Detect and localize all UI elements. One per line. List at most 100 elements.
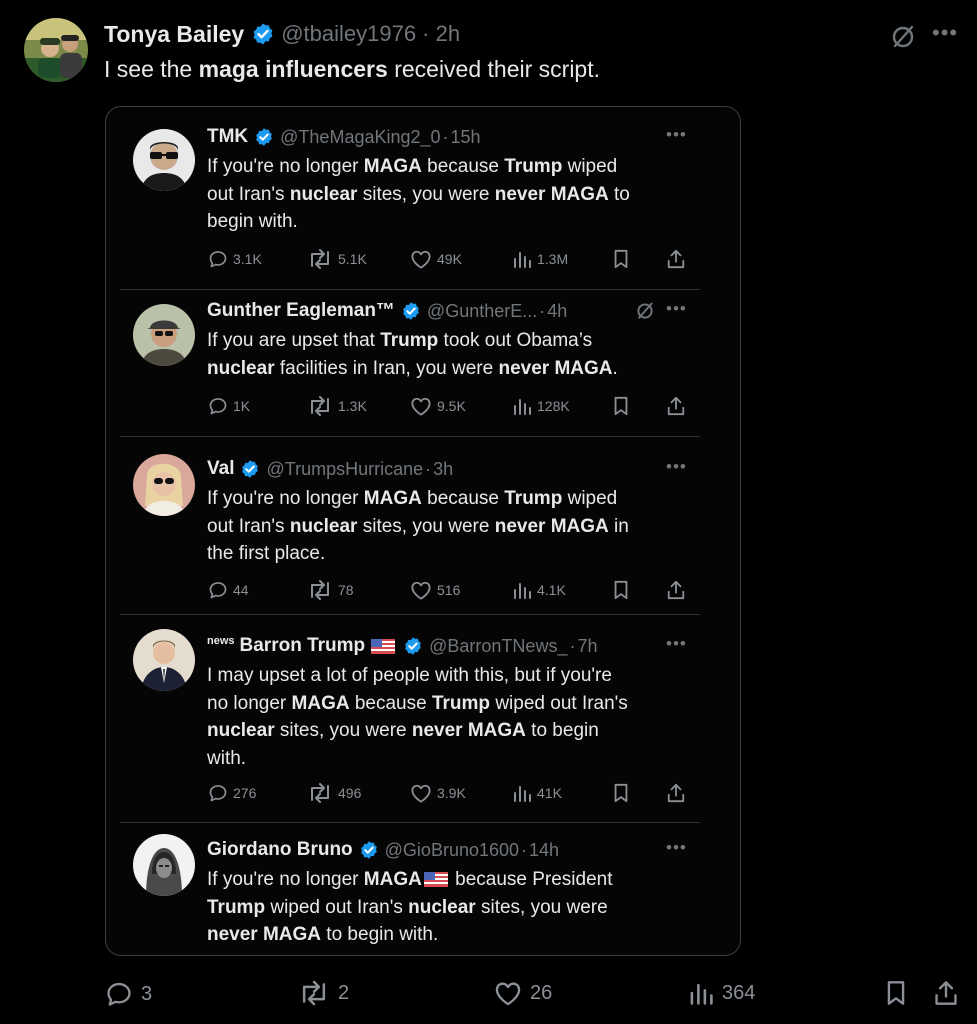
us-flag-icon	[423, 872, 448, 888]
tweet-text-line: If you're no longer MAGA because Trump w…	[207, 153, 707, 181]
tweet-author-handle[interactable]: @BarronTNews_	[429, 636, 567, 657]
verified-badge-icon	[251, 22, 275, 46]
tweet-text-line: Trump wiped out Iran's nuclear sites, yo…	[207, 894, 707, 922]
tweet-text-segment: out Iran's	[207, 183, 290, 205]
post-time[interactable]: 2h	[436, 21, 460, 47]
tweet-author-handle[interactable]: @GuntherE...	[427, 301, 537, 322]
repost-button[interactable]: 496	[307, 783, 361, 803]
more-options-icon[interactable]: •••	[932, 20, 958, 46]
views-button[interactable]: 4.1K	[512, 580, 566, 600]
tweet-more-icon[interactable]: •••	[666, 634, 687, 654]
tweet-text-segment: because President	[449, 869, 613, 890]
tweet-text-bold: nuclear	[207, 357, 275, 379]
views-button[interactable]: 1.3M	[512, 249, 568, 269]
tweet-text-bold: nuclear	[207, 720, 275, 741]
grok-icon[interactable]	[888, 22, 918, 52]
tweet-text-segment: wiped out Iran's	[265, 896, 409, 918]
tweet-text-segment: If you're no longer	[207, 156, 364, 177]
tweet-text-segment: I may upset a lot of people with this, b…	[207, 665, 612, 686]
share-button[interactable]	[666, 580, 691, 600]
bookmark-button[interactable]	[612, 580, 635, 600]
author-avatar[interactable]	[24, 18, 88, 82]
tweet-time[interactable]: 14h	[529, 840, 559, 861]
author-handle[interactable]: @tbailey1976	[281, 21, 416, 47]
separator-dot: ·	[425, 458, 432, 479]
like-button[interactable]: 26	[494, 980, 552, 1006]
tweet-time[interactable]: 7h	[577, 636, 597, 657]
tweet-time[interactable]: 3h	[433, 459, 453, 480]
tweet-text-segment: If you're no longer	[207, 488, 364, 509]
reply-button[interactable]: 276	[208, 783, 256, 803]
bookmark-button[interactable]	[885, 980, 915, 1006]
tweet-text-line: never MAGA to begin with.	[207, 921, 707, 949]
share-button[interactable]	[666, 783, 691, 803]
tweet-author-name[interactable]: Barron Trump	[240, 635, 366, 657]
tweet-author-handle[interactable]: @TheMagaKing2_0	[280, 127, 440, 148]
bookmark-button[interactable]	[612, 396, 635, 416]
verified-badge-icon	[240, 459, 260, 479]
repost-button[interactable]: 2	[298, 980, 349, 1006]
share-button[interactable]	[666, 249, 691, 269]
views-button[interactable]: 364	[688, 980, 755, 1006]
views-button[interactable]: 128K	[512, 396, 570, 416]
us-flag-icon	[371, 638, 396, 654]
like-button[interactable]: 9.5K	[410, 396, 466, 416]
tweet-text-segment: wiped	[562, 488, 618, 509]
reply-button[interactable]: 1K	[208, 396, 250, 416]
tweet-author-name[interactable]: TMK	[207, 126, 248, 148]
tweet-text-line: with.	[207, 745, 707, 773]
tweet-avatar	[133, 129, 195, 191]
like-button[interactable]: 49K	[410, 249, 462, 269]
bookmark-button[interactable]	[612, 249, 635, 269]
like-button[interactable]: 516	[410, 580, 460, 600]
tweet-text: I may upset a lot of people with this, b…	[207, 662, 707, 772]
tweet-text-bold: Trump	[207, 896, 266, 918]
tweet-text-segment: If you're no longer	[207, 869, 364, 890]
tweet-text-bold: never MAGA	[207, 924, 322, 945]
tweet-author-name[interactable]: Giordano Bruno	[207, 839, 353, 861]
repost-button[interactable]: 5.1K	[307, 249, 367, 269]
tweet-more-icon[interactable]: •••	[666, 299, 687, 319]
tweet-text-segment: wiped out Iran's	[490, 692, 628, 714]
tweet-text-line: out Iran's nuclear sites, you were never…	[207, 181, 707, 209]
tweet-more-icon[interactable]: •••	[666, 457, 687, 477]
repost-count: 496	[338, 785, 362, 801]
repost-count: 78	[338, 582, 354, 598]
reply-count: 1K	[233, 398, 251, 414]
tweet-author-handle[interactable]: @TrumpsHurricane	[266, 459, 423, 480]
grok-icon[interactable]	[634, 300, 656, 322]
reply-button[interactable]: 3.1K	[208, 249, 262, 269]
repost-count: 1.3K	[338, 398, 367, 414]
tweet-text-line: I may upset a lot of people with this, b…	[207, 662, 707, 690]
tweet-text-line: out Iran's nuclear sites, you were never…	[207, 513, 707, 541]
tweet-time[interactable]: 15h	[451, 127, 481, 148]
tweet-author-handle[interactable]: @GioBruno1600	[385, 840, 519, 861]
tweet-text-bold: MAGA	[363, 156, 422, 177]
tweet-more-icon[interactable]: •••	[666, 125, 687, 145]
reply-count: 276	[233, 785, 257, 801]
separator-dot: ·	[539, 300, 546, 321]
tweet-text-bold: MAGA	[291, 692, 350, 714]
tweet-header: Gunther Eagleman™ @GuntherE... · 4h	[207, 299, 567, 323]
like-count: 26	[530, 981, 553, 1004]
attached-image-card[interactable]: TMK @TheMagaKing2_0 · 15h ••• If you're …	[105, 106, 741, 956]
tweet-more-icon[interactable]: •••	[666, 838, 687, 858]
share-button[interactable]	[934, 980, 966, 1006]
tweet-author-name[interactable]: Gunther Eagleman™	[207, 300, 395, 322]
like-count: 9.5K	[437, 398, 466, 414]
tweet-text-bold: Trump	[380, 330, 439, 351]
views-button[interactable]: 41K	[512, 783, 562, 803]
repost-button[interactable]: 78	[307, 580, 354, 600]
share-button[interactable]	[666, 396, 691, 416]
tweet-text-segment: wiped	[562, 156, 618, 177]
author-name[interactable]: Tonya Bailey	[104, 21, 244, 48]
reply-button[interactable]: 3	[105, 980, 152, 1008]
reply-button[interactable]: 44	[208, 580, 249, 600]
view-count: 128K	[537, 398, 570, 414]
tweet-author-name[interactable]: Val	[207, 458, 234, 480]
repost-button[interactable]: 1.3K	[307, 396, 367, 416]
bookmark-button[interactable]	[612, 783, 635, 803]
tweet-time[interactable]: 4h	[547, 301, 567, 322]
like-button[interactable]: 3.9K	[410, 783, 466, 803]
tweet-text-segment: sites, you were	[274, 720, 412, 741]
